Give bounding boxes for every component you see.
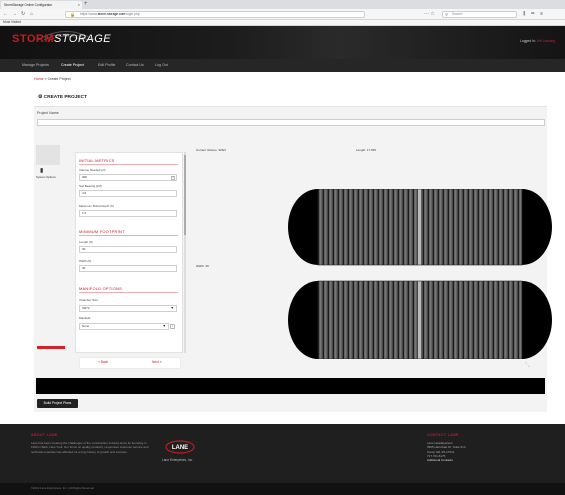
burial-depth-label: Maximum Burial Depth (ft) [79,204,114,208]
system-width-label: Width: 4ft [196,264,209,268]
chamber-row-bottom [288,280,552,359]
additional-contacts-link[interactable]: Additional Contacts [427,458,466,462]
create-project-panel: ⚙ CREATE PROJECT Project Name ▮ System O… [34,89,552,412]
system-options-panel [36,145,60,165]
chevron-down-icon: ▼ [170,306,174,310]
resize-handle-icon[interactable]: ⤡ [525,363,530,370]
search-icon: ⚲ [445,12,448,17]
nav-manage-projects[interactable]: Manage Projects [22,59,49,72]
about-text: Lane has been meeting the challenges of … [31,441,149,454]
lane-logo-text: LANE [172,445,188,451]
settings-gear-icon: ⚙ [38,95,43,100]
breadcrumb-current: Create Project [47,77,71,81]
project-options-form: INITIAL METRICS Volume Needed (cf) 300 ⇕… [75,152,183,353]
width-label: Width (ft) [79,259,92,263]
burial-depth-input[interactable]: 1.5 [79,210,177,217]
copyright-bar: ©2019 Lane Enterprises, Inc. | All Right… [0,483,565,495]
url-path: /login.php [125,12,140,16]
breadcrumb-home[interactable]: Home [34,77,44,81]
volume-input[interactable]: 300 ⇕ [79,174,177,181]
system-length-label: Length: 17.935 [356,148,377,152]
chamber-size-label: Chamber Size [79,298,99,302]
chamber-row-top [288,189,552,266]
manifold-label: Manifold [79,316,91,320]
browser-search-input[interactable]: ⚲ Search [442,11,517,18]
reload-icon[interactable]: ↻ [21,10,25,19]
volume-stepper[interactable]: ⇕ [171,176,175,180]
add-manifold-icon[interactable]: + [170,324,175,329]
new-tab-icon[interactable]: + [84,0,88,9]
panel-header: ⚙ CREATE PROJECT [34,89,547,107]
progress-bar [37,346,65,349]
site-header: STORMSTORAGE Logged In: Jeff Lawning [0,26,565,59]
nav-log-out[interactable]: Log Out [155,59,168,72]
logged-in-status: Logged In: Jeff Lawning [520,39,555,43]
home-icon[interactable]: ⌂ [30,10,33,19]
section-divider [79,164,178,165]
contact-heading: CONTACT LANE [427,433,459,437]
section-divider [79,235,178,236]
soil-bearing-label: Soil Bearing (ksf) [79,184,102,188]
tab-title: StormStorage Online Configurator [4,3,53,7]
copyright-text: ©2019 Lane Enterprises, Inc. | All Right… [31,486,94,490]
minimum-footprint-heading: MINIMUM FOOTPRINT [79,229,125,234]
page-actions-icon[interactable]: ··· ☆ [424,10,435,19]
browser-tab[interactable]: StormStorage Online Configurator × [1,1,82,9]
company-name: Lane Enterprises, Inc. [162,458,194,462]
nav-contact-us[interactable]: Contact Us [126,59,144,72]
contact-info: Lane Headquarters 3905 Hartzdale Dr, Sui… [427,441,466,462]
contact-line: 3905 Hartzdale Dr, Suite 514 [427,445,466,450]
bookmark-most-visited[interactable]: Most Visited [3,20,21,24]
volume-label: Volume Needed (cf) [79,168,106,172]
about-heading: ABOUT LANE [31,433,58,437]
build-project-plans-button[interactable]: Build Project Plans [37,399,78,408]
back-button[interactable]: « Back [98,360,108,364]
project-name-input[interactable] [37,119,545,126]
chevron-down-icon: ▼ [162,324,166,328]
project-name-label: Project Name [37,111,59,115]
nav-create-project[interactable]: Create Project [61,59,84,72]
initial-metrics-heading: INITIAL METRICS [79,158,115,163]
manifold-select[interactable]: None ▼ + [79,323,175,330]
url-bar[interactable]: 🔒 https://www.storm-storage.com/login.ph… [65,11,365,18]
manifold-options-heading: MANIFOLD OPTIONS [79,286,122,291]
lane-logo[interactable]: LANE [163,440,197,454]
main-nav: Manage Projects Create Project Edit Prof… [0,59,565,72]
current-volume-label: Current Volume: 306cf [196,148,226,152]
logged-in-user[interactable]: Jeff Lawning [537,39,555,43]
system-options-label[interactable]: System Options [36,175,56,179]
next-button[interactable]: Next » [152,360,162,364]
url-domain: storm-storage.com [97,12,126,16]
width-input[interactable]: 30 [79,265,177,272]
section-divider [79,292,178,293]
lock-icon: 🔒 [70,12,75,17]
form-scrollbar-thumb[interactable] [184,155,186,235]
breadcrumb: Home » Create Project [34,77,71,81]
length-label: Length (ft) [79,240,93,244]
browser-toolbar: ← → ↻ ⌂ 🔒 https://www.storm-storage.com/… [0,9,565,20]
status-bar [36,378,545,394]
close-icon[interactable]: × [78,1,80,9]
chamber-layout-diagram [288,189,552,359]
step-navigation: « Back Next » [79,357,181,369]
site-logo[interactable]: STORMSTORAGE [12,33,111,45]
back-arrow-icon[interactable]: ← [3,10,8,19]
browser-tab-strip: StormStorage Online Configurator × + [0,0,565,9]
soil-bearing-input[interactable]: 4.5 [79,190,177,197]
library-menu-icon[interactable]: ⫼ ▭ ≡ [523,10,545,19]
page-title: ⚙ CREATE PROJECT [38,95,88,100]
chamber-size-select[interactable]: SR72 ▼ [79,305,177,312]
document-icon[interactable]: ▮ [40,167,43,174]
nav-edit-profile[interactable]: Edit Profile [98,59,115,72]
forward-arrow-icon[interactable]: → [12,10,17,19]
length-input[interactable]: 30 [79,246,177,253]
